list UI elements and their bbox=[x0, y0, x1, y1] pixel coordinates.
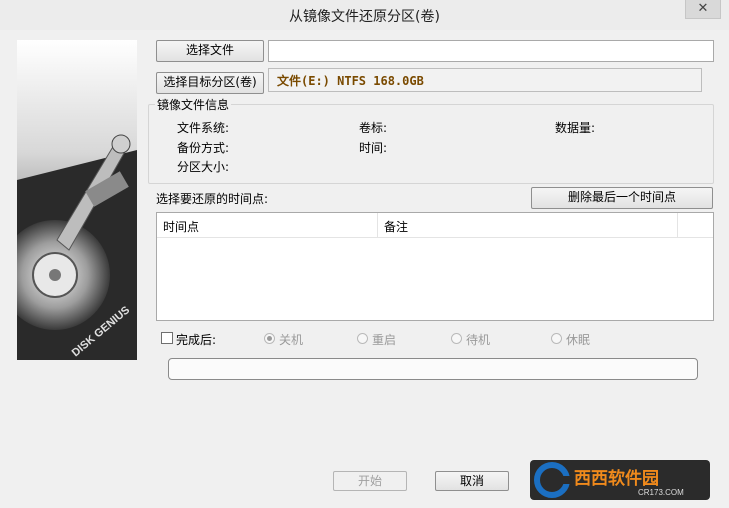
progress-bar bbox=[168, 358, 698, 380]
standby-radio[interactable] bbox=[451, 333, 462, 344]
close-icon: ✕ bbox=[697, 1, 709, 16]
watermark-text: 西西软件园 bbox=[574, 468, 659, 489]
after-completion-label: 完成后: bbox=[176, 333, 217, 347]
restart-label: 重启 bbox=[372, 333, 397, 347]
timepoint-prompt: 选择要还原的时间点: bbox=[156, 192, 269, 206]
hibernate-radio[interactable] bbox=[551, 333, 562, 344]
restart-radio[interactable] bbox=[357, 333, 368, 344]
timepoint-list[interactable]: 时间点 备注 bbox=[156, 212, 714, 321]
shutdown-label: 关机 bbox=[279, 333, 304, 347]
partition-size-label: 分区大小: bbox=[177, 160, 230, 174]
column-divider[interactable] bbox=[377, 213, 378, 237]
image-info-group-title: 镜像文件信息 bbox=[155, 96, 232, 113]
title-bar: 从镜像文件还原分区(卷) ✕ bbox=[0, 0, 729, 30]
site-watermark-logo: 西西软件园 CR173.COM bbox=[530, 460, 710, 500]
start-button[interactable]: 开始 bbox=[333, 471, 407, 491]
time-label: 时间: bbox=[359, 141, 388, 155]
timepoint-list-header: 时间点 备注 bbox=[157, 213, 713, 238]
delete-last-timepoint-button[interactable]: 删除最后一个时间点 bbox=[531, 187, 713, 209]
image-info-group: 镜像文件信息 文件系统: 卷标: 数据量: 备份方式: 时间: 分区大小: bbox=[148, 96, 714, 184]
column-header-timepoint[interactable]: 时间点 bbox=[163, 218, 199, 235]
dialog-content: DISK GENIUS 选择文件 选择目标分区(卷) 文件(E:) NTFS 1… bbox=[0, 30, 729, 508]
column-divider[interactable] bbox=[677, 213, 678, 237]
disk-illustration: DISK GENIUS bbox=[17, 40, 137, 360]
data-amount-label: 数据量: bbox=[555, 121, 596, 135]
target-partition-value: 文件(E:) NTFS 168.0GB bbox=[268, 68, 702, 92]
hibernate-label: 休眠 bbox=[566, 333, 591, 347]
select-file-button[interactable]: 选择文件 bbox=[156, 40, 264, 62]
select-target-partition-button[interactable]: 选择目标分区(卷) bbox=[156, 72, 264, 94]
backup-method-label: 备份方式: bbox=[177, 141, 230, 155]
column-header-note[interactable]: 备注 bbox=[384, 218, 408, 235]
volume-label: 卷标: bbox=[359, 121, 388, 135]
cancel-button[interactable]: 取消 bbox=[435, 471, 509, 491]
filesystem-label: 文件系统: bbox=[177, 121, 230, 135]
window-title: 从镜像文件还原分区(卷) bbox=[289, 9, 440, 25]
image-file-path-input[interactable] bbox=[268, 40, 714, 62]
after-completion-checkbox[interactable] bbox=[161, 332, 173, 344]
standby-label: 待机 bbox=[466, 333, 491, 347]
watermark-subtext: CR173.COM bbox=[638, 488, 684, 497]
close-button[interactable]: ✕ bbox=[685, 0, 721, 19]
shutdown-radio[interactable] bbox=[264, 333, 275, 344]
